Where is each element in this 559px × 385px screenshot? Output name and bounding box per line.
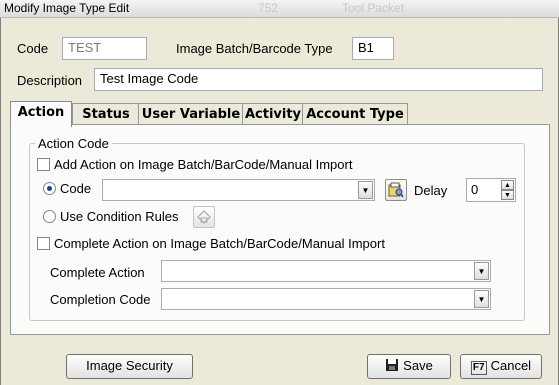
lookup-icon[interactable] bbox=[385, 179, 407, 201]
complete-action-checkbox-label: Complete Action on Image Batch/BarCode/M… bbox=[54, 236, 385, 251]
code-field[interactable]: TEST bbox=[62, 37, 147, 60]
f7-key-text: F7 bbox=[472, 362, 485, 373]
background-ghost-text: 752 bbox=[258, 1, 279, 15]
chevron-down-icon[interactable]: ▼ bbox=[358, 181, 373, 199]
use-condition-label: Use Condition Rules bbox=[60, 209, 179, 224]
complete-action-checkbox[interactable] bbox=[37, 237, 50, 250]
barcode-type-field[interactable]: B1 bbox=[352, 37, 394, 60]
code-combo[interactable]: ▼ bbox=[102, 179, 375, 201]
description-field[interactable]: Test Image Code bbox=[94, 68, 543, 91]
barcode-type-label: Image Batch/Barcode Type bbox=[176, 41, 333, 56]
code-radio[interactable] bbox=[43, 182, 56, 195]
code-label: Code bbox=[17, 41, 49, 56]
f7-key-icon: F7 bbox=[470, 361, 487, 375]
delay-value: 0 bbox=[471, 182, 479, 197]
tab-activity[interactable]: Activity bbox=[242, 103, 304, 125]
use-condition-radio[interactable] bbox=[43, 210, 56, 223]
tab-user-variable[interactable]: User Variable bbox=[138, 103, 244, 125]
cancel-label: Cancel bbox=[490, 358, 532, 373]
chevron-down-icon[interactable]: ▼ bbox=[474, 262, 489, 280]
delay-label: Delay bbox=[414, 183, 448, 198]
tab-action[interactable]: Action bbox=[10, 101, 72, 127]
action-code-group-title: Action Code bbox=[35, 136, 112, 151]
title-bar: Modify Image Type Edit 752 Tool Packet bbox=[0, 0, 559, 18]
add-action-label: Add Action on Image Batch/BarCode/Manual… bbox=[54, 157, 353, 172]
window-title: Modify Image Type Edit bbox=[4, 1, 130, 15]
delay-spinner[interactable]: 0 ▲ ▼ bbox=[466, 178, 516, 202]
spin-up-icon[interactable]: ▲ bbox=[501, 180, 514, 190]
code-radio-label: Code bbox=[60, 181, 92, 196]
background-ghost-text: Tool Packet bbox=[342, 1, 405, 15]
completion-code-label: Completion Code bbox=[50, 292, 151, 307]
condition-rules-icon[interactable] bbox=[193, 206, 215, 228]
save-label: Save bbox=[403, 358, 433, 373]
cancel-button[interactable]: F7 Cancel bbox=[460, 354, 542, 379]
complete-action-combo[interactable]: ▼ bbox=[161, 260, 491, 282]
completion-code-combo[interactable]: ▼ bbox=[161, 288, 491, 310]
tab-status[interactable]: Status bbox=[72, 103, 140, 125]
tab-account-type[interactable]: Account Type bbox=[302, 103, 408, 125]
image-security-button[interactable]: Image Security bbox=[66, 354, 193, 379]
save-button[interactable]: Save bbox=[367, 354, 451, 379]
floppy-disk-icon bbox=[385, 355, 399, 377]
chevron-down-icon[interactable]: ▼ bbox=[474, 290, 489, 308]
description-label: Description bbox=[17, 73, 83, 88]
complete-action-label: Complete Action bbox=[50, 265, 145, 280]
spin-down-icon[interactable]: ▼ bbox=[501, 190, 514, 200]
image-security-label: Image Security bbox=[86, 358, 173, 373]
add-action-checkbox[interactable] bbox=[37, 158, 50, 171]
